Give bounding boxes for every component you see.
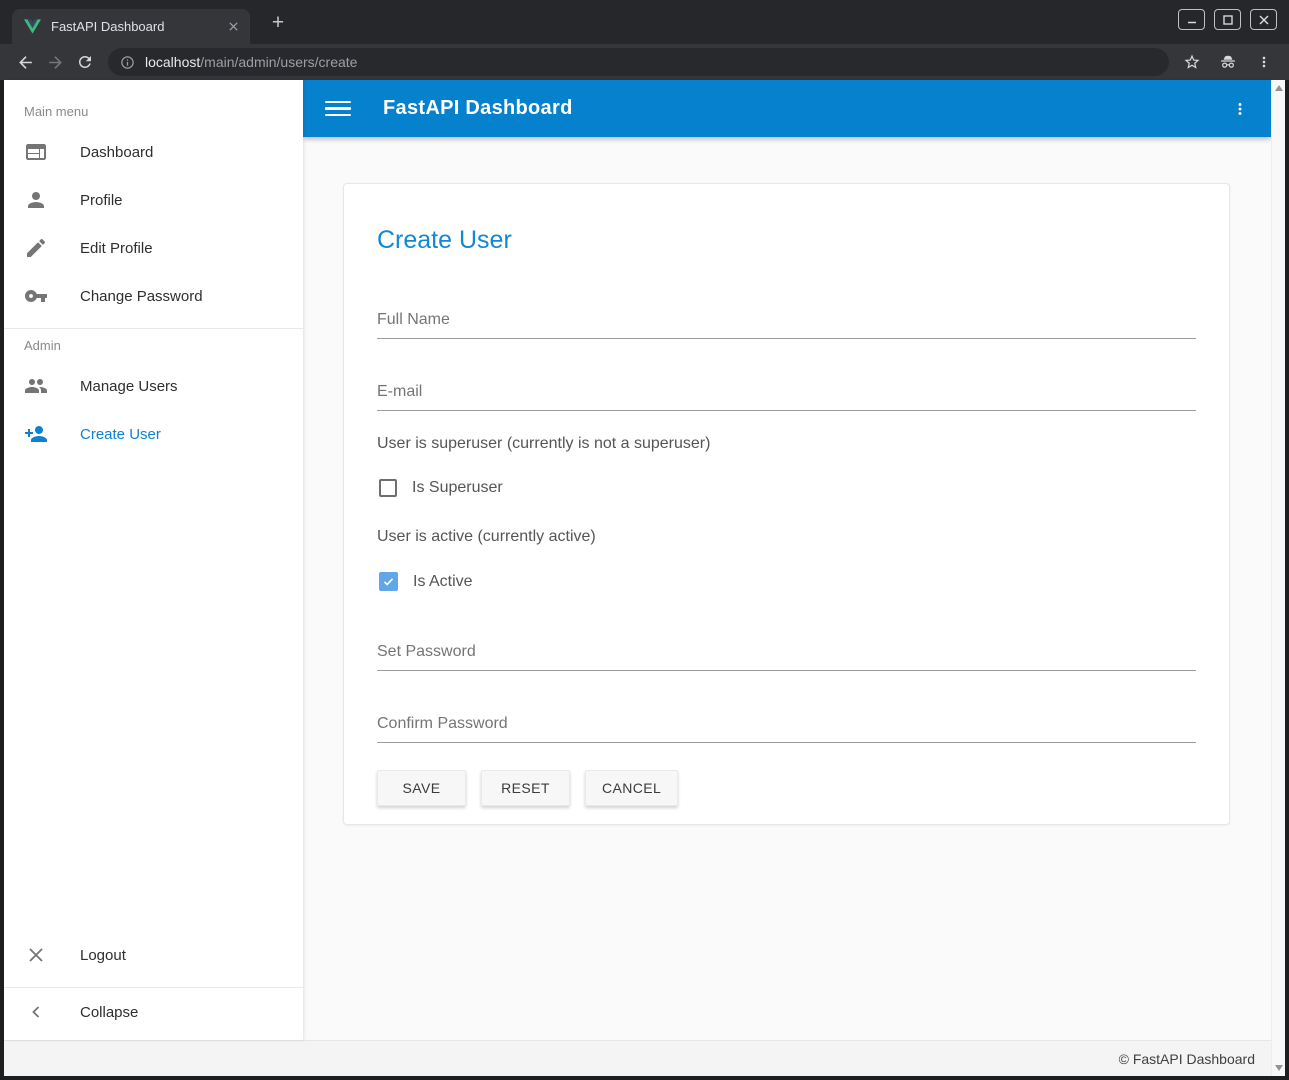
new-tab-button[interactable]: +	[266, 11, 290, 35]
active-checkbox-label: Is Active	[413, 573, 473, 591]
confirm-password-input[interactable]	[377, 711, 1196, 743]
confirm-password-field	[377, 711, 1196, 743]
scrollbar-down-arrow-icon[interactable]	[1275, 1065, 1283, 1071]
sidebar-item-label: Dashboard	[80, 144, 153, 161]
form-actions: SAVE RESET CANCEL	[377, 770, 1196, 806]
toolbar-actions	[1177, 47, 1279, 77]
email-field	[377, 379, 1196, 411]
sidebar-item-label: Edit Profile	[80, 240, 153, 257]
browser-toolbar: localhost/main/admin/users/create	[0, 44, 1289, 80]
sidebar-main-menu-group: Dashboard Profile Edit Pro	[4, 128, 303, 320]
set-password-input[interactable]	[377, 639, 1196, 671]
sidebar-item-profile[interactable]: Profile	[4, 176, 303, 224]
sidebar-item-label: Create User	[80, 426, 161, 443]
people-icon	[24, 374, 48, 398]
tab-strip: FastAPI Dashboard +	[0, 0, 1289, 44]
cancel-button[interactable]: CANCEL	[585, 770, 678, 806]
browser-menu-icon[interactable]	[1249, 47, 1279, 77]
page-title: Create User	[377, 226, 1196, 255]
chevron-left-icon	[24, 1000, 48, 1024]
create-user-card: Create User User is superuser (currently…	[343, 183, 1230, 825]
reset-button[interactable]: RESET	[481, 770, 570, 806]
sidebar-item-label: Profile	[80, 192, 123, 209]
scrollbar-up-arrow-icon[interactable]	[1275, 85, 1283, 91]
back-button[interactable]	[10, 47, 40, 77]
sidebar-item-label: Logout	[80, 947, 126, 964]
superuser-checkbox[interactable]	[379, 479, 397, 497]
sidebar-item-dashboard[interactable]: Dashboard	[4, 128, 303, 176]
browser-window: FastAPI Dashboard +	[0, 0, 1289, 1080]
tab-close-icon[interactable]	[224, 18, 242, 36]
minimize-button[interactable]	[1178, 9, 1205, 30]
menu-hamburger-icon[interactable]	[325, 99, 351, 119]
app-title: FastAPI Dashboard	[383, 97, 573, 120]
active-checkbox[interactable]	[379, 572, 398, 591]
page-viewport: Main menu Dashboard Profile	[4, 80, 1285, 1076]
sidebar-section-admin: Admin	[4, 329, 303, 353]
page-content: Create User User is superuser (currently…	[303, 137, 1271, 1040]
incognito-icon	[1213, 47, 1243, 77]
full-name-field	[377, 307, 1196, 339]
site-info-icon[interactable]	[120, 55, 135, 70]
window-controls	[1178, 9, 1277, 30]
sidebar-item-create-user[interactable]: Create User	[4, 410, 303, 458]
email-input[interactable]	[377, 379, 1196, 411]
copyright-text: © FastAPI Dashboard	[1119, 1051, 1255, 1067]
page-footer: © FastAPI Dashboard	[4, 1040, 1271, 1076]
vue-logo-icon	[24, 19, 41, 34]
person-add-icon	[24, 422, 48, 446]
pencil-icon	[24, 236, 48, 260]
appbar-kebab-icon[interactable]	[1231, 100, 1249, 118]
sidebar-item-logout[interactable]: Logout	[4, 931, 303, 979]
tab-title: FastAPI Dashboard	[51, 19, 224, 34]
superuser-checkbox-label: Is Superuser	[412, 479, 503, 497]
close-icon	[24, 943, 48, 967]
sidebar-section-main-menu: Main menu	[4, 80, 303, 119]
superuser-hint: User is superuser (currently is not a su…	[377, 435, 1196, 453]
bookmark-star-icon[interactable]	[1177, 47, 1207, 77]
active-checkbox-row[interactable]: Is Active	[377, 572, 1196, 591]
page-scrollbar[interactable]	[1271, 80, 1285, 1076]
save-button[interactable]: SAVE	[377, 770, 466, 806]
url-host: localhost	[145, 54, 200, 70]
maximize-button[interactable]	[1214, 9, 1241, 30]
close-window-button[interactable]	[1250, 9, 1277, 30]
sidebar-item-label: Manage Users	[80, 378, 178, 395]
sidebar-item-manage-users[interactable]: Manage Users	[4, 362, 303, 410]
sidebar-item-label: Change Password	[80, 288, 203, 305]
sidebar-item-collapse[interactable]: Collapse	[4, 988, 303, 1036]
sidebar: Main menu Dashboard Profile	[4, 80, 303, 1040]
reload-button[interactable]	[70, 47, 100, 77]
sidebar-item-edit-profile[interactable]: Edit Profile	[4, 224, 303, 272]
app-bar: FastAPI Dashboard	[303, 80, 1271, 137]
key-icon	[24, 284, 48, 308]
sidebar-item-change-password[interactable]: Change Password	[4, 272, 303, 320]
forward-button[interactable]	[40, 47, 70, 77]
superuser-checkbox-row[interactable]: Is Superuser	[377, 479, 1196, 497]
person-icon	[24, 188, 48, 212]
browser-tab[interactable]: FastAPI Dashboard	[12, 9, 250, 44]
url-path: /main/admin/users/create	[200, 54, 357, 70]
dashboard-icon	[24, 140, 48, 164]
set-password-field	[377, 639, 1196, 671]
sidebar-admin-group: Manage Users Create User	[4, 362, 303, 458]
url-bar[interactable]: localhost/main/admin/users/create	[108, 48, 1169, 76]
full-name-input[interactable]	[377, 307, 1196, 339]
sidebar-item-label: Collapse	[80, 1004, 138, 1021]
active-hint: User is active (currently active)	[377, 528, 1196, 546]
main-area: FastAPI Dashboard Create User	[303, 80, 1271, 1040]
